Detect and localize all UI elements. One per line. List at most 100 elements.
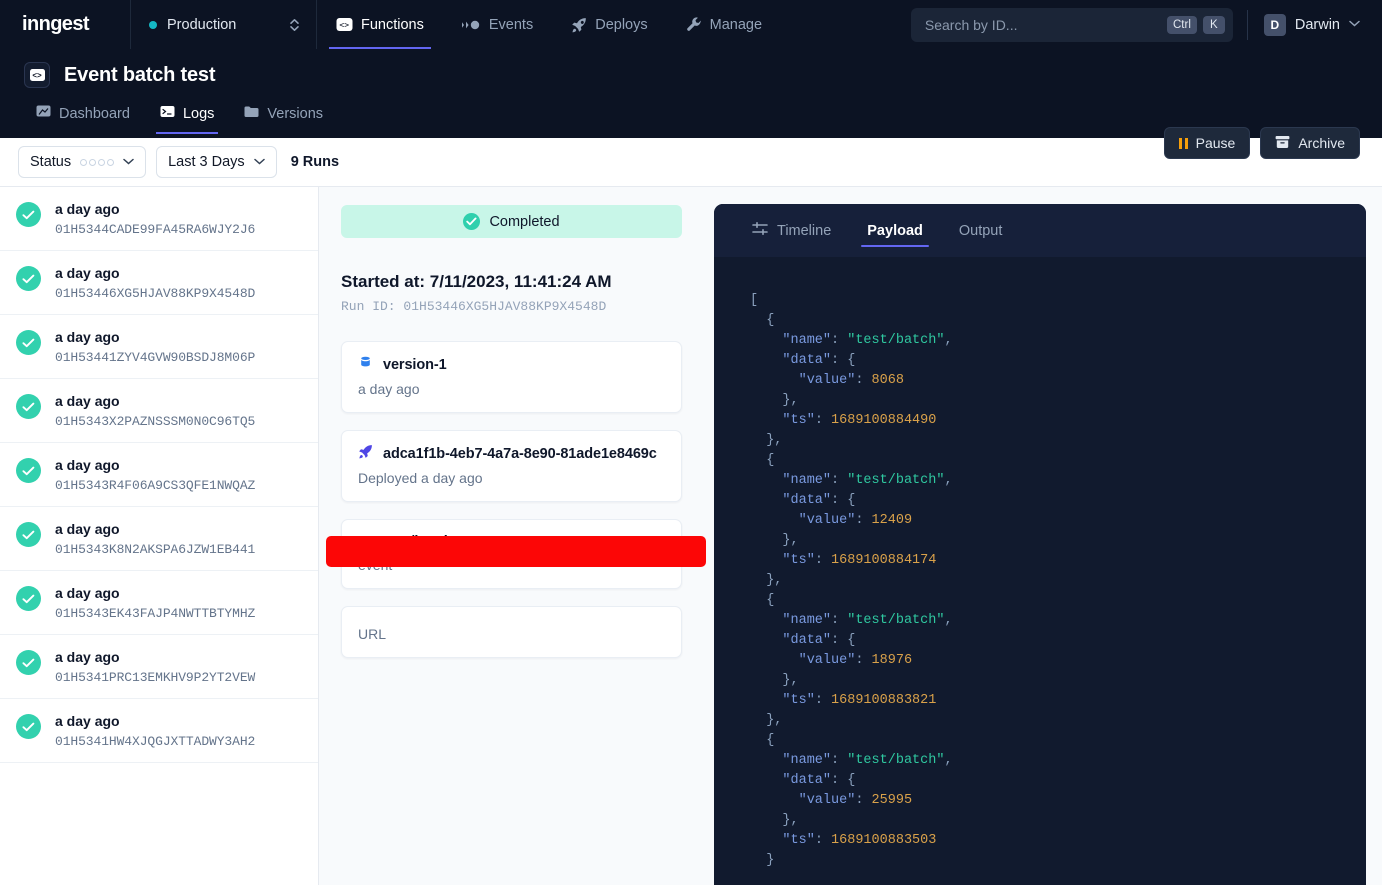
pause-button-label: Pause bbox=[1196, 135, 1236, 151]
nav-link-events[interactable]: Events bbox=[443, 0, 552, 49]
deploy-card-sub: Deployed a day ago bbox=[358, 470, 665, 486]
pause-icon bbox=[1179, 138, 1188, 149]
rocket-icon bbox=[571, 17, 587, 33]
detail-cards: version-1 a day ago adca1f1b-4eb7-4a7a-8… bbox=[341, 341, 682, 658]
rocket-icon bbox=[358, 444, 373, 464]
inngest-logo[interactable]: inngest bbox=[0, 13, 130, 36]
payload-panel-wrapper: Timeline Payload Output [ { "name": "tes… bbox=[704, 187, 1382, 885]
tab-timeline-label: Timeline bbox=[777, 223, 831, 239]
run-list-item-meta: a day ago01H53441ZYV4GVW90BSDJ8M06P bbox=[55, 329, 255, 365]
payload-tabs: Timeline Payload Output bbox=[714, 204, 1366, 257]
run-id-value: 01H5343X2PAZNSSSM0N0C96TQ5 bbox=[55, 414, 255, 429]
run-list-item[interactable]: a day ago01H5344CADE99FA45RA6WJY2J6 bbox=[0, 187, 318, 251]
deploy-card[interactable]: adca1f1b-4eb7-4a7a-8e90-81ade1e8469c Dep… bbox=[341, 430, 682, 502]
user-name-label: Darwin bbox=[1295, 17, 1340, 33]
status-filter-label: Status bbox=[30, 154, 71, 170]
run-id-label: Run ID: 01H53446XG5HJAV88KP9X4548D bbox=[341, 299, 682, 314]
environment-switcher[interactable]: Production bbox=[131, 0, 316, 49]
chevron-down-icon bbox=[254, 157, 265, 168]
chevron-down-icon bbox=[123, 157, 134, 168]
version-card-sub: a day ago bbox=[358, 381, 665, 397]
run-id-value: 01H5341PRC13EMKHV9P2YT2VEW bbox=[55, 670, 255, 685]
main-body: a day ago01H5344CADE99FA45RA6WJY2J6a day… bbox=[0, 187, 1382, 885]
folder-icon bbox=[244, 105, 259, 123]
function-icon: <> bbox=[24, 62, 50, 88]
run-list[interactable]: a day ago01H5344CADE99FA45RA6WJY2J6a day… bbox=[0, 187, 319, 885]
run-id-value: 01H53441ZYV4GVW90BSDJ8M06P bbox=[55, 350, 255, 365]
time-range-label: Last 3 Days bbox=[168, 154, 245, 170]
chevron-updown-icon bbox=[289, 17, 300, 33]
tab-versions[interactable]: Versions bbox=[232, 105, 335, 134]
run-list-item[interactable]: a day ago01H53446XG5HJAV88KP9X4548D bbox=[0, 251, 318, 315]
deploy-card-title: adca1f1b-4eb7-4a7a-8e90-81ade1e8469c bbox=[383, 446, 657, 462]
run-list-item[interactable]: a day ago 01H5343R4F06A9CS3QFE1NWQAZ bbox=[0, 443, 318, 507]
archive-button[interactable]: Archive bbox=[1260, 127, 1360, 159]
nav-link-functions[interactable]: <> Functions bbox=[317, 0, 443, 49]
search-input[interactable] bbox=[925, 17, 1161, 33]
time-range-filter[interactable]: Last 3 Days bbox=[156, 146, 277, 178]
user-menu[interactable]: D Darwin bbox=[1264, 14, 1382, 36]
check-circle-icon bbox=[16, 394, 41, 419]
run-id-value: 01H5341HW4XJQGJXTTADWY3AH2 bbox=[55, 734, 255, 749]
function-header: <> Event batch test Dashboard Logs bbox=[0, 49, 1382, 138]
deploy-card-top: adca1f1b-4eb7-4a7a-8e90-81ade1e8469c bbox=[358, 444, 665, 464]
archive-icon bbox=[1275, 135, 1290, 152]
url-card[interactable]: URL bbox=[341, 606, 682, 658]
nav-link-manage[interactable]: Manage bbox=[667, 0, 781, 49]
version-card[interactable]: version-1 a day ago bbox=[341, 341, 682, 413]
run-time-label: a day ago bbox=[55, 649, 255, 665]
search-container[interactable]: Ctrl K bbox=[911, 8, 1233, 42]
nav-link-functions-label: Functions bbox=[361, 17, 424, 33]
kbd-k: K bbox=[1203, 16, 1225, 34]
run-list-item[interactable]: a day ago 01H5341PRC13EMKHV9P2YT2VEW bbox=[0, 635, 318, 699]
run-id-value: 01H53446XG5HJAV88KP9X4548D bbox=[55, 286, 255, 301]
run-list-item[interactable]: a day ago 01H5343EK43FAJP4NWTTBTYMHZ bbox=[0, 571, 318, 635]
app-root: inngest Production <> Functions Events bbox=[0, 0, 1382, 885]
run-list-item[interactable]: a day ago01H5343K8N2AKSPA6JZW1EB441 bbox=[0, 507, 318, 571]
version-card-title: version-1 bbox=[383, 357, 447, 373]
pause-button[interactable]: Pause bbox=[1164, 127, 1250, 159]
run-id-value: 01H5344CADE99FA45RA6WJY2J6 bbox=[55, 222, 255, 237]
run-id-value: 01H5343EK43FAJP4NWTTBTYMHZ bbox=[55, 606, 255, 621]
nav-link-manage-label: Manage bbox=[710, 17, 762, 33]
tab-logs-label: Logs bbox=[183, 106, 214, 122]
check-circle-icon bbox=[16, 714, 41, 739]
nav-link-deploys-label: Deploys bbox=[595, 17, 647, 33]
wrench-icon bbox=[686, 17, 702, 33]
tab-payload-label: Payload bbox=[867, 223, 923, 239]
run-list-item[interactable]: a day ago01H5341HW4XJQGJXTTADWY3AH2 bbox=[0, 699, 318, 763]
dashboard-icon bbox=[36, 104, 51, 123]
function-icon-inner: <> bbox=[30, 69, 45, 81]
nav-link-events-label: Events bbox=[489, 17, 533, 33]
check-circle-icon bbox=[16, 202, 41, 227]
code-brackets-icon: <> bbox=[336, 16, 353, 33]
run-time-label: a day ago bbox=[55, 393, 255, 409]
tab-dashboard[interactable]: Dashboard bbox=[24, 104, 142, 134]
chevron-down-icon bbox=[1349, 19, 1360, 30]
tab-versions-label: Versions bbox=[267, 106, 323, 122]
tab-output[interactable]: Output bbox=[943, 204, 1019, 257]
run-id-value: 01H5343R4F06A9CS3QFE1NWQAZ bbox=[55, 478, 255, 493]
run-time-label: a day ago bbox=[55, 585, 255, 601]
tab-timeline[interactable]: Timeline bbox=[736, 204, 847, 257]
nav-link-deploys[interactable]: Deploys bbox=[552, 0, 666, 49]
archive-box-icon bbox=[358, 355, 373, 375]
redaction-bar bbox=[326, 536, 706, 567]
check-circle-icon bbox=[16, 266, 41, 291]
kbd-ctrl: Ctrl bbox=[1167, 16, 1197, 34]
tab-logs[interactable]: Logs bbox=[148, 104, 226, 134]
status-filter[interactable]: Status bbox=[18, 146, 146, 178]
run-list-item-meta: a day ago01H5344CADE99FA45RA6WJY2J6 bbox=[55, 201, 255, 237]
run-list-item-meta: a day ago01H5343K8N2AKSPA6JZW1EB441 bbox=[55, 521, 255, 557]
run-list-item-meta: a day ago01H5341HW4XJQGJXTTADWY3AH2 bbox=[55, 713, 255, 749]
check-circle-icon bbox=[16, 458, 41, 483]
run-list-item[interactable]: a day ago 01H5343X2PAZNSSSM0N0C96TQ5 bbox=[0, 379, 318, 443]
check-circle-icon bbox=[16, 330, 41, 355]
payload-json-viewer[interactable]: [ { "name": "test/batch", "data": { "val… bbox=[714, 257, 1366, 885]
run-time-label: a day ago bbox=[55, 457, 255, 473]
check-circle-icon bbox=[16, 586, 41, 611]
run-list-item[interactable]: a day ago01H53441ZYV4GVW90BSDJ8M06P bbox=[0, 315, 318, 379]
function-title-row: <> Event batch test bbox=[24, 49, 1358, 88]
tab-payload[interactable]: Payload bbox=[851, 204, 939, 257]
function-tabs: Dashboard Logs Versions bbox=[24, 97, 1358, 134]
